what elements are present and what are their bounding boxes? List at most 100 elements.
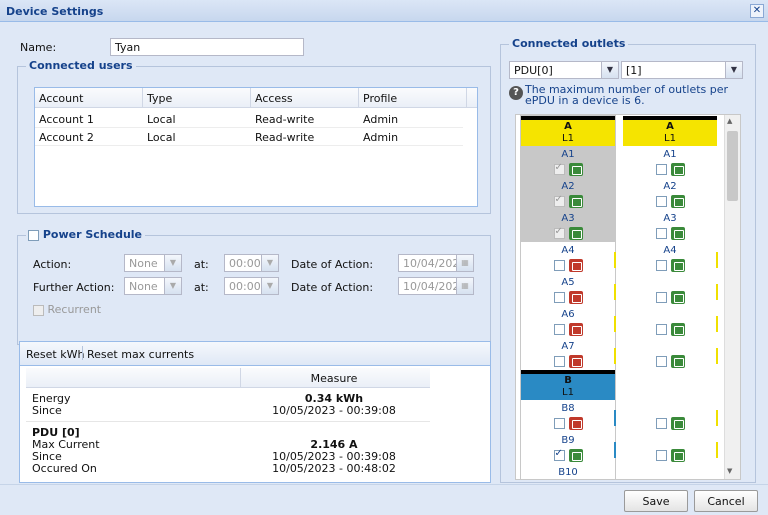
- outlet-name: B8: [561, 403, 575, 414]
- outlets-info-text: The maximum number of outlets per ePDU i…: [525, 83, 729, 107]
- connected-users-fieldset: Connected users Account Type Access Prof…: [17, 59, 491, 214]
- chevron-down-icon: ▼: [164, 255, 181, 271]
- index-select[interactable]: [1] ▼: [621, 61, 743, 79]
- cell-account: Account 1: [39, 113, 94, 126]
- name-input[interactable]: Tyan: [110, 38, 304, 56]
- outlets-scrollbar[interactable]: ▲ ▼: [724, 115, 740, 479]
- group-name: B: [564, 375, 572, 386]
- scroll-up-icon[interactable]: ▲: [727, 117, 732, 125]
- col-profile[interactable]: Profile: [359, 88, 467, 108]
- outlet-icon: [670, 290, 685, 304]
- outlet-checkbox[interactable]: [655, 259, 667, 271]
- users-grid-header: Account Type Access Profile: [35, 88, 477, 108]
- group-name: A: [666, 121, 674, 132]
- close-icon[interactable]: ✕: [750, 4, 764, 18]
- outlet-name: A4: [561, 245, 575, 256]
- reset-kwh-button[interactable]: Reset kWh: [26, 348, 84, 361]
- outlet-checkbox[interactable]: [553, 259, 565, 271]
- further-action-value: None: [129, 280, 158, 293]
- outlet-checkbox[interactable]: [553, 162, 565, 175]
- outlet-item: [623, 432, 718, 464]
- col-type[interactable]: Type: [143, 88, 251, 108]
- table-row[interactable]: Account 1 Local Read-write Admin: [35, 110, 463, 128]
- cell-access: Read-write: [255, 113, 315, 126]
- outlet-item: A2: [521, 178, 615, 210]
- outlet-checkbox[interactable]: [655, 291, 667, 303]
- chevron-down-icon: ▼: [601, 62, 618, 78]
- power-schedule-legend: Power Schedule: [26, 228, 146, 241]
- outlet-checkbox[interactable]: [553, 226, 565, 239]
- at-label: at:: [194, 258, 209, 271]
- outlet-name: A1: [663, 149, 677, 160]
- outlet-name: B10: [558, 467, 578, 478]
- action-select[interactable]: None ▼: [124, 254, 182, 272]
- reset-max-currents-button[interactable]: Reset max currents: [87, 348, 194, 361]
- outlet-column-2: A L1 A1 A2 A3 A4: [622, 115, 718, 465]
- outlet-item: [623, 274, 718, 306]
- scroll-down-icon[interactable]: ▼: [727, 467, 732, 475]
- outlet-checkbox[interactable]: [655, 227, 667, 239]
- measures-grid-header: Measure: [26, 368, 430, 388]
- pdu-select[interactable]: PDU[0] ▼: [509, 61, 619, 79]
- outlet-item: A4: [521, 242, 616, 274]
- outlet-icon: [568, 162, 583, 176]
- window-title: Device Settings: [6, 5, 104, 18]
- outlet-checkbox[interactable]: [553, 355, 565, 367]
- outlet-checkbox[interactable]: [553, 291, 565, 303]
- outlet-checkbox[interactable]: [655, 163, 667, 175]
- outlet-checkbox[interactable]: [553, 417, 565, 429]
- further-time-select[interactable]: 00:00 ▼: [224, 277, 279, 295]
- users-grid: Account Type Access Profile Account 1 Lo…: [34, 87, 478, 207]
- outlet-icon: [568, 194, 583, 208]
- outlet-item: B10: [521, 464, 615, 479]
- outlet-checkbox[interactable]: [655, 195, 667, 207]
- outlet-name: A1: [561, 149, 575, 160]
- outlet-icon: [568, 416, 583, 430]
- help-icon: ?: [509, 86, 523, 100]
- outlet-checkbox[interactable]: [655, 449, 667, 461]
- save-button[interactable]: Save: [624, 490, 688, 512]
- table-row[interactable]: Energy Since 0.34 kWh 10/05/2023 - 00:39…: [26, 388, 430, 422]
- outlet-icon: [670, 416, 685, 430]
- outlet-checkbox[interactable]: [553, 194, 565, 207]
- outlet-checkbox[interactable]: [553, 448, 565, 461]
- cell-type: Local: [147, 113, 176, 126]
- further-action-select[interactable]: None ▼: [124, 277, 182, 295]
- scrollbar-thumb[interactable]: [727, 131, 738, 201]
- outlet-checkbox[interactable]: [655, 417, 667, 429]
- action-value: None: [129, 257, 158, 270]
- col-account[interactable]: Account: [35, 88, 143, 108]
- outlet-checkbox[interactable]: [655, 323, 667, 335]
- outlet-checkbox[interactable]: [553, 323, 565, 335]
- occurred-on-label: Occured On: [32, 462, 97, 475]
- col-access[interactable]: Access: [251, 88, 359, 108]
- outlet-item: [623, 400, 718, 432]
- outlet-name: B9: [561, 435, 575, 446]
- outlet-item: A4: [623, 242, 718, 274]
- outlet-item: A7: [521, 338, 616, 370]
- further-date-field[interactable]: 10/04/2023 ▦: [398, 277, 474, 295]
- date-of-action-label: Date of Action:: [291, 258, 374, 271]
- chevron-down-icon: ▼: [261, 255, 278, 271]
- outlets-scroll-area[interactable]: A L1 A1 A2 A3 A4 A5 A6 A7 B L1 B8 B9 B10: [515, 114, 741, 480]
- power-schedule-checkbox[interactable]: [28, 229, 39, 241]
- action-time-select[interactable]: 00:00 ▼: [224, 254, 279, 272]
- cancel-button[interactable]: Cancel: [694, 490, 758, 512]
- outlet-item: A3: [521, 210, 615, 242]
- pdu-select-value: PDU[0]: [514, 64, 553, 77]
- outlet-name: A4: [663, 245, 677, 256]
- action-date-field[interactable]: 10/04/2023 ▦: [398, 254, 474, 272]
- outlet-checkbox[interactable]: [655, 355, 667, 367]
- outlet-name: A6: [561, 309, 575, 320]
- cell-profile: Admin: [363, 113, 399, 126]
- table-row[interactable]: Account 2 Local Read-write Admin: [35, 128, 463, 146]
- col-measure[interactable]: Measure: [240, 372, 428, 385]
- recurrent-checkbox[interactable]: [33, 304, 44, 316]
- measures-panel: Reset kWh Reset max currents Measure Ene…: [19, 341, 491, 483]
- table-row[interactable]: PDU [0] Max Current Since Occured On 2.1…: [26, 422, 430, 478]
- group-line: L1: [664, 133, 676, 144]
- recurrent-option[interactable]: Recurrent: [33, 303, 101, 316]
- outlet-item: B9: [521, 432, 616, 464]
- further-action-label: Further Action:: [33, 281, 115, 294]
- calendar-icon: ▦: [456, 255, 473, 271]
